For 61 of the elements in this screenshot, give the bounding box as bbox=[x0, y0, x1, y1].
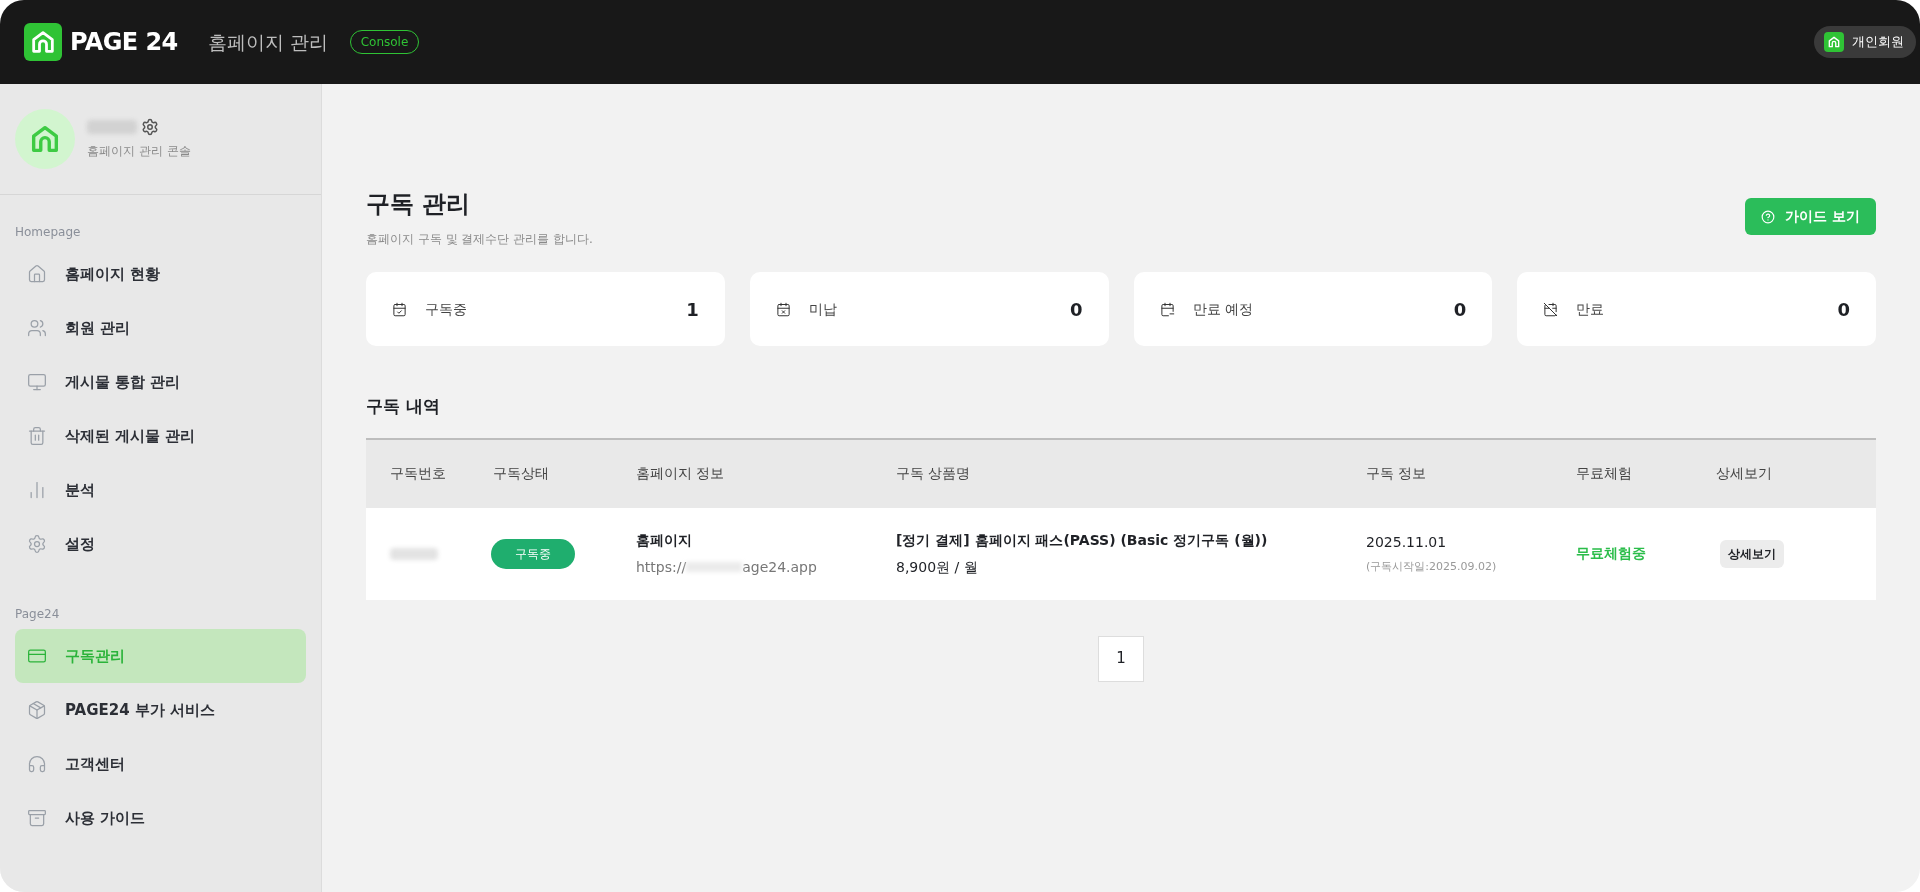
stat-label: 만료 bbox=[1576, 299, 1605, 319]
column-header: 구독 정보 bbox=[1366, 464, 1428, 483]
product-name: [정기 결제] 홈페이지 패스(PASS) (Basic 정기구독 (월)) bbox=[896, 530, 1269, 550]
help-icon bbox=[1761, 209, 1776, 224]
sidebar-item[interactable]: 사용 가이드 bbox=[15, 791, 306, 845]
trash-icon bbox=[27, 426, 47, 446]
column-header: 무료체험 bbox=[1576, 464, 1633, 483]
url-start: https:// bbox=[636, 557, 687, 577]
column-header: 구독번호 bbox=[389, 464, 447, 483]
stat-label: 미납 bbox=[808, 299, 837, 319]
site-name: 홈페이지 bbox=[636, 530, 693, 550]
blurred-subscription-number bbox=[390, 547, 438, 560]
archive-icon bbox=[27, 808, 47, 828]
sidebar-item[interactable]: 고객센터 bbox=[15, 737, 306, 791]
sidebar-item[interactable]: 회원 관리 bbox=[15, 301, 306, 355]
start-date-note: (구독시작일:2025.09.02) bbox=[1366, 558, 1498, 575]
column-header: 구독 상품명 bbox=[896, 464, 972, 483]
box-icon bbox=[27, 700, 47, 720]
monitor-icon bbox=[27, 372, 47, 392]
stat-label: 만료 예정 bbox=[1192, 299, 1253, 319]
logo-text[interactable]: PAGE 24 bbox=[70, 24, 178, 60]
detail-button[interactable]: 상세보기 bbox=[1720, 539, 1784, 568]
status-badge: 구독중 bbox=[491, 538, 575, 569]
calendar-check-icon bbox=[392, 301, 407, 317]
sidebar-item[interactable]: 게시물 통합 관리 bbox=[15, 355, 306, 409]
section-heading: Homepage bbox=[14, 224, 82, 241]
section-title: 구독 내역 bbox=[366, 395, 441, 418]
stat-value: 0 bbox=[1837, 297, 1850, 322]
page-title: 구독 관리 bbox=[366, 189, 472, 220]
column-header: 홈페이지 정보 bbox=[636, 464, 726, 483]
house-logo-icon bbox=[29, 28, 57, 56]
users-icon bbox=[27, 318, 47, 338]
account-button[interactable]: 개인회원 bbox=[1814, 26, 1916, 58]
headset-icon bbox=[27, 754, 47, 774]
stat-value: 0 bbox=[1069, 297, 1083, 322]
sidebar-item[interactable]: 설정 bbox=[15, 517, 306, 571]
profile-subtitle: 홈페이지 관리 콘솔 bbox=[87, 143, 191, 160]
app-title: 홈페이지 관리 bbox=[207, 29, 328, 55]
page-button[interactable]: 1 bbox=[1098, 635, 1144, 682]
sidebar-item[interactable]: PAGE24 부가 서비스 bbox=[15, 683, 306, 737]
stat-value: 0 bbox=[1453, 297, 1467, 322]
page-subtitle: 홈페이지 구독 및 결제수단 관리를 합니다. bbox=[366, 231, 593, 248]
calendar-off-icon bbox=[1543, 301, 1559, 317]
product-price: 8,900원 / 월 bbox=[896, 557, 979, 577]
sidebar-item[interactable]: 삭제된 게시물 관리 bbox=[15, 409, 306, 463]
calendar-minus-icon bbox=[1159, 301, 1175, 317]
sidebar-item[interactable]: 분석 bbox=[15, 463, 306, 517]
sidebar-item[interactable]: 홈페이지 현황 bbox=[15, 247, 306, 301]
url-end: age24.app bbox=[742, 557, 817, 577]
stat-value: 1 bbox=[686, 297, 699, 322]
settings-icon[interactable] bbox=[141, 118, 159, 136]
stat-label: 구독중 bbox=[425, 299, 467, 319]
house-icon bbox=[27, 264, 47, 284]
section-heading: Page24 bbox=[14, 606, 61, 623]
trial-status: 무료체험중 bbox=[1576, 544, 1647, 563]
settings-icon bbox=[27, 534, 47, 554]
column-header: 상세보기 bbox=[1716, 464, 1773, 483]
calendar-x-icon bbox=[775, 301, 791, 317]
column-header: 구독상태 bbox=[492, 464, 550, 483]
subscription-date: 2025.11.01 bbox=[1366, 532, 1448, 552]
house-icon bbox=[1827, 35, 1841, 49]
